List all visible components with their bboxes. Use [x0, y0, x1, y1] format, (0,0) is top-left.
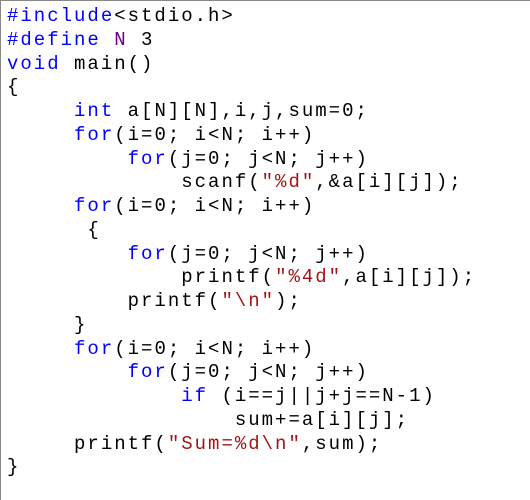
- lbrace-main: {: [7, 76, 20, 98]
- if-cond: (i==j||j+j==N-1): [208, 385, 436, 407]
- for-i-1: (i=0; i<N; i++): [114, 124, 315, 146]
- for-i-3: (i=0; i<N; i++): [114, 338, 315, 360]
- printf-nl-b: );: [275, 290, 302, 312]
- rbrace-main: }: [7, 456, 20, 478]
- printf-sum-fmt: "Sum=%d\n": [168, 433, 302, 455]
- kw-void: void: [7, 53, 61, 75]
- for-j-1: (j=0; j<N; j++): [168, 148, 369, 170]
- scanf-b: ,&a[i][j]);: [315, 171, 462, 193]
- kw-for-2: for: [128, 148, 168, 170]
- for-j-2: (j=0; j<N; j++): [168, 243, 369, 265]
- sum-stmt: sum+=a[i][j];: [235, 409, 409, 431]
- hdr-stdio: <stdio.h>: [114, 5, 235, 27]
- rbrace-loop: }: [74, 314, 87, 336]
- code-block: #include<stdio.h> #define N 3 void main(…: [0, 0, 530, 500]
- pp-include: #include: [7, 5, 114, 27]
- paren-empty: (): [128, 53, 155, 75]
- kw-if: if: [181, 385, 208, 407]
- kw-for-4: for: [128, 243, 168, 265]
- kw-int: int: [74, 100, 114, 122]
- kw-for-6: for: [128, 361, 168, 383]
- pp-define: #define: [7, 29, 101, 51]
- kw-for-5: for: [74, 338, 114, 360]
- macro-N: N: [114, 29, 127, 51]
- decl-rest: a[N][N],i,j,sum=0;: [114, 100, 369, 122]
- fn-main: main: [74, 53, 128, 75]
- printf-cell-b: ,a[i][j]);: [342, 266, 476, 288]
- printf-sum-a: printf(: [74, 433, 168, 455]
- kw-for-1: for: [74, 124, 114, 146]
- scanf-a: scanf(: [181, 171, 261, 193]
- printf-nl-fmt: "\n": [221, 290, 275, 312]
- macro-val: 3: [141, 29, 154, 51]
- printf-nl-a: printf(: [128, 290, 222, 312]
- kw-for-3: for: [74, 195, 114, 217]
- printf-sum-b: ,sum);: [302, 433, 382, 455]
- for-j-3: (j=0; j<N; j++): [168, 361, 369, 383]
- for-i-2: (i=0; i<N; i++): [114, 195, 315, 217]
- printf-cell-a: printf(: [181, 266, 275, 288]
- lbrace-loop: {: [87, 219, 100, 241]
- printf-cell-fmt: "%4d": [275, 266, 342, 288]
- scanf-fmt: "%d": [262, 171, 316, 193]
